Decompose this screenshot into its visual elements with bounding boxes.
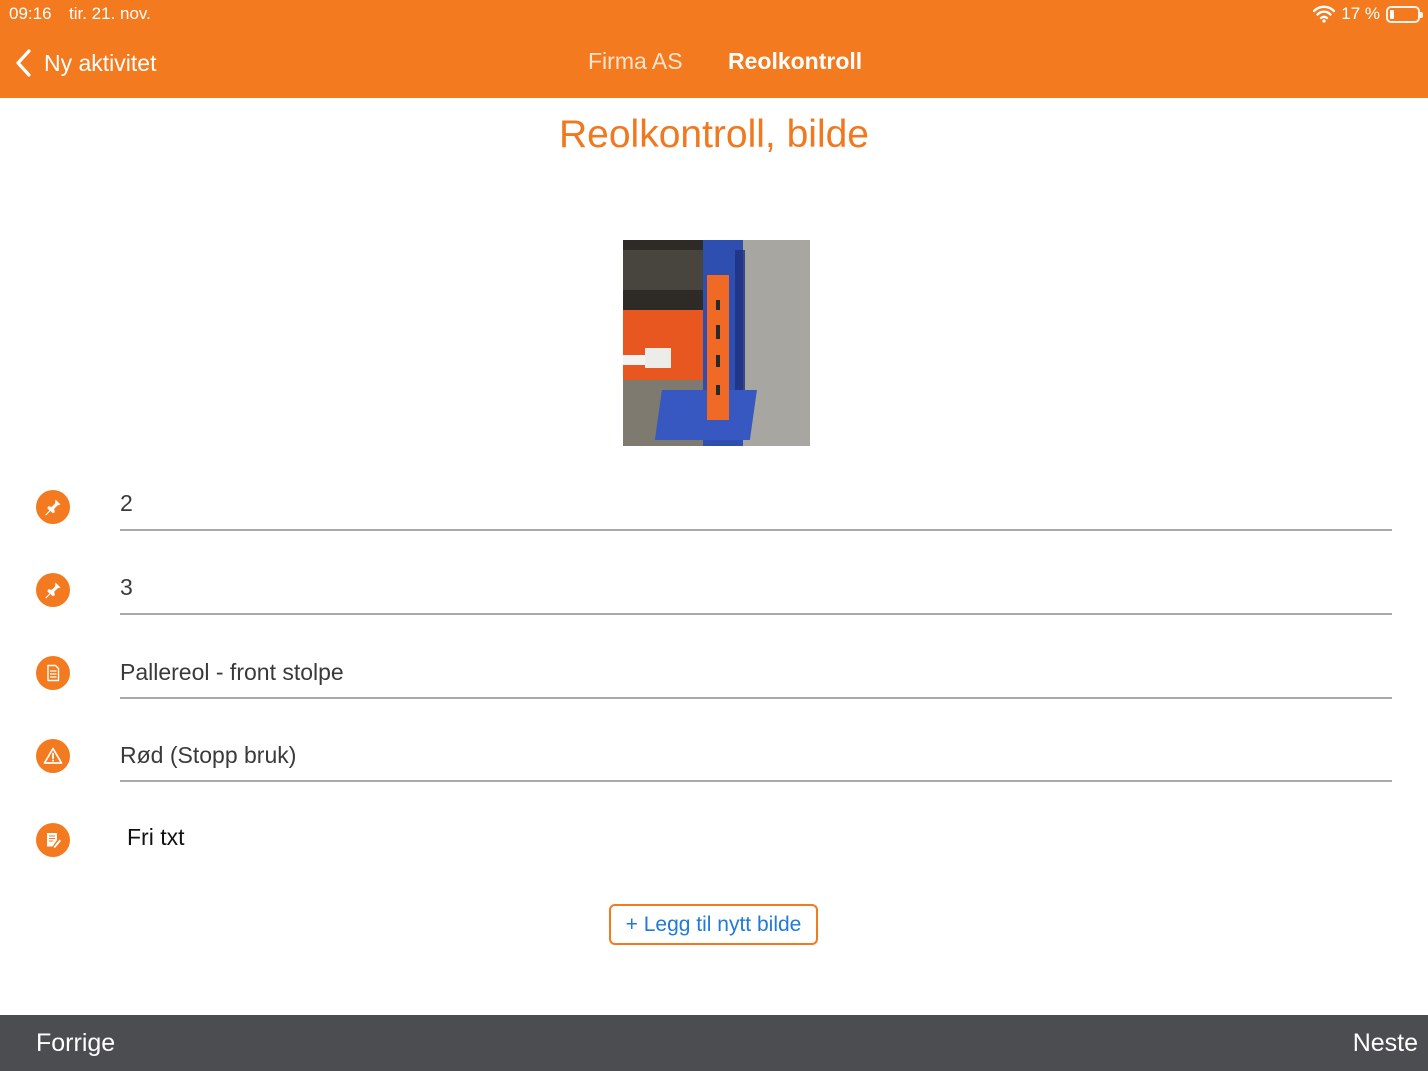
status-indicators: 17 % [1313,3,1423,25]
breadcrumb-current: Reolkontroll [728,48,863,74]
breadcrumb-company[interactable]: Firma AS [588,48,683,75]
previous-button[interactable]: Forrige [36,1029,115,1058]
checklist-icon [36,656,70,690]
note-edit-icon [36,823,70,857]
field-underline [120,780,1392,782]
next-button[interactable]: Neste [1353,1029,1418,1058]
wifi-icon [1313,5,1336,23]
header-bar: 09:16 tir. 21. nov. 17 % Ny aktivitet Fi… [0,0,1428,98]
field-row-2[interactable]: 3 [0,544,1428,628]
back-label: Ny aktivitet [44,49,157,76]
field-row-3[interactable]: Pallereol - front stolpe [0,628,1428,712]
field-value: Rød (Stopp bruk) [120,742,297,768]
battery-icon [1386,5,1423,23]
footer-bar: Forrige Neste [0,1015,1428,1071]
field-row-5[interactable]: Fri txt [0,796,1428,880]
field-row-1[interactable]: 2 [0,460,1428,544]
field-underline [120,697,1392,699]
page-title: Reolkontroll, bilde [558,113,869,156]
back-button[interactable]: Ny aktivitet [14,46,156,80]
field-value: Pallereol - front stolpe [120,659,344,685]
chevron-left-icon [16,49,31,77]
free-text-field[interactable]: Fri txt [127,824,185,851]
status-date: tir. 21. nov. [69,4,151,23]
rack-photo[interactable] [623,240,810,446]
pin-icon [36,490,70,524]
battery-percent: 17 % [1341,4,1380,23]
field-row-4[interactable]: Rød (Stopp bruk) [0,712,1428,796]
add-image-button[interactable]: + Legg til nytt bilde [609,904,818,945]
field-value: 3 [120,574,133,600]
pin-icon [36,573,70,607]
rack-photo-image [623,240,810,446]
warning-icon [36,739,70,773]
status-time: 09:16 [9,4,52,23]
field-underline [120,529,1392,531]
field-value: 2 [120,490,133,516]
field-underline [120,613,1392,615]
